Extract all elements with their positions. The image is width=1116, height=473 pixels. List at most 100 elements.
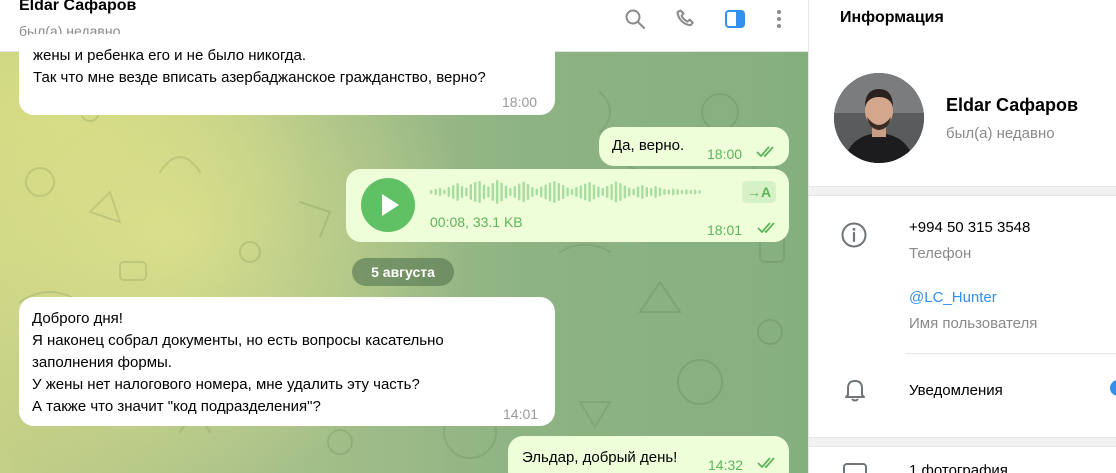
waveform-bar [526,184,530,200]
voice-waveform[interactable] [430,177,705,207]
voice-meta: 00:08, 33.1 KB [430,214,523,230]
date-separator: 5 августа [352,258,454,286]
waveform-bar [487,186,490,198]
waveform-bar [588,182,591,202]
waveform-bar [584,183,587,201]
waveform-bar [447,187,450,197]
notifications-toggle[interactable] [1110,380,1116,396]
voice-message[interactable]: 00:08, 33.1 KB →A 18:01 [346,169,789,242]
chat-panel: Eldar Сафаров был(а) недавно жены и ребе… [0,0,808,473]
waveform-bar [460,186,464,198]
waveform-bar [452,185,455,199]
message-outgoing[interactable]: Да, верно. 18:00 [599,127,789,166]
photos-label[interactable]: 1 фотография [909,462,1008,473]
waveform-bar [579,185,582,199]
waveform-bar [544,184,547,200]
waveform-bar [658,187,662,197]
sidebar-toggle-icon[interactable] [723,7,747,31]
waveform-bar [434,189,437,195]
message-time: 18:00 [707,146,743,162]
waveform-bar [496,180,499,204]
info-panel: Информация Eldar Сафаров был(а) недавно … [808,0,1116,473]
waveform-bar [698,190,701,194]
waveform-bar [522,181,525,203]
waveform-bar [650,188,653,196]
waveform-bar [614,181,618,203]
message-time: 14:01 [503,406,539,422]
message-incoming[interactable]: Доброго дня! Я наконец собрал документы,… [19,297,555,426]
message-text-line: Я наконец собрал документы, но есть вопр… [32,332,444,349]
waveform-bar [636,186,640,198]
waveform-bar [562,185,565,199]
waveform-bar [632,188,635,196]
waveform-bar [566,187,569,197]
waveform-bar [641,185,644,199]
read-checks-icon [757,222,775,234]
waveform-bar [509,188,512,196]
waveform-bar [548,182,552,202]
section-divider [809,437,1116,447]
waveform-bar [672,188,675,196]
waveform-bar [601,188,604,196]
message-text-line: заполнения формы. [32,354,172,371]
username-link[interactable]: @LC_Hunter [909,289,997,306]
waveform-bar [531,187,534,197]
photo-icon [843,463,867,473]
avatar[interactable] [834,73,924,163]
username-label: Имя пользователя [909,315,1038,332]
message-outgoing[interactable]: Эльдар, добрый день! 14:32 [508,436,789,473]
waveform-bar [628,187,631,197]
play-button[interactable] [361,178,415,232]
waveform-bar [654,186,657,198]
more-vertical-icon[interactable] [767,7,791,31]
waveform-bar [689,190,692,194]
message-text-line: жены и ребенка его и не было никогда. [33,47,307,64]
waveform-bar [557,183,560,201]
waveform-bar [623,185,626,199]
message-incoming[interactable]: жены и ребенка его и не было никогда. Та… [19,34,555,115]
waveform-bar [592,184,596,200]
waveform-bar [685,189,688,195]
message-time: 18:01 [707,222,743,238]
bell-icon [845,380,865,402]
profile-name: Eldar Сафаров [946,95,1079,115]
phone-number[interactable]: +994 50 315 3548 [909,219,1030,236]
message-text-line: А также что значит "код подразделения"? [32,398,321,415]
profile-status: был(а) недавно [946,125,1055,142]
search-icon[interactable] [623,7,647,31]
waveform-bar [694,189,697,195]
waveform-bar [443,189,446,195]
message-text-line: У жены нет налогового номера, мне удалит… [32,376,420,393]
waveform-bar [597,186,600,198]
waveform-bar [513,186,516,198]
waveform-bar [430,190,433,194]
waveform-bar [456,183,459,201]
transcribe-button[interactable]: →A [742,181,776,203]
row-divider [905,353,1116,354]
waveform-bar [535,188,538,196]
waveform-bar [680,190,684,194]
phone-label: Телефон [909,245,972,262]
waveform-bar [645,187,648,197]
message-time: 14:32 [708,457,744,473]
waveform-bar [570,189,574,195]
message-text: Да, верно. [612,137,685,154]
waveform-bar [540,186,543,198]
phone-icon[interactable] [674,7,698,31]
waveform-bar [474,182,477,202]
avatar-photo [834,73,924,163]
waveform-bar [606,186,609,198]
waveform-bar [610,184,613,200]
waveform-bar [478,181,481,203]
read-checks-icon [756,146,774,158]
waveform-bar [619,183,622,201]
message-text: Эльдар, добрый день! [522,449,678,466]
waveform-bar [676,189,679,195]
waveform-bar [500,182,503,202]
chat-title[interactable]: Eldar Сафаров [19,0,136,15]
section-divider [809,186,1116,196]
waveform-bar [667,189,670,195]
waveform-bar [491,183,494,201]
waveform-bar [575,187,578,197]
info-icon [841,222,867,248]
